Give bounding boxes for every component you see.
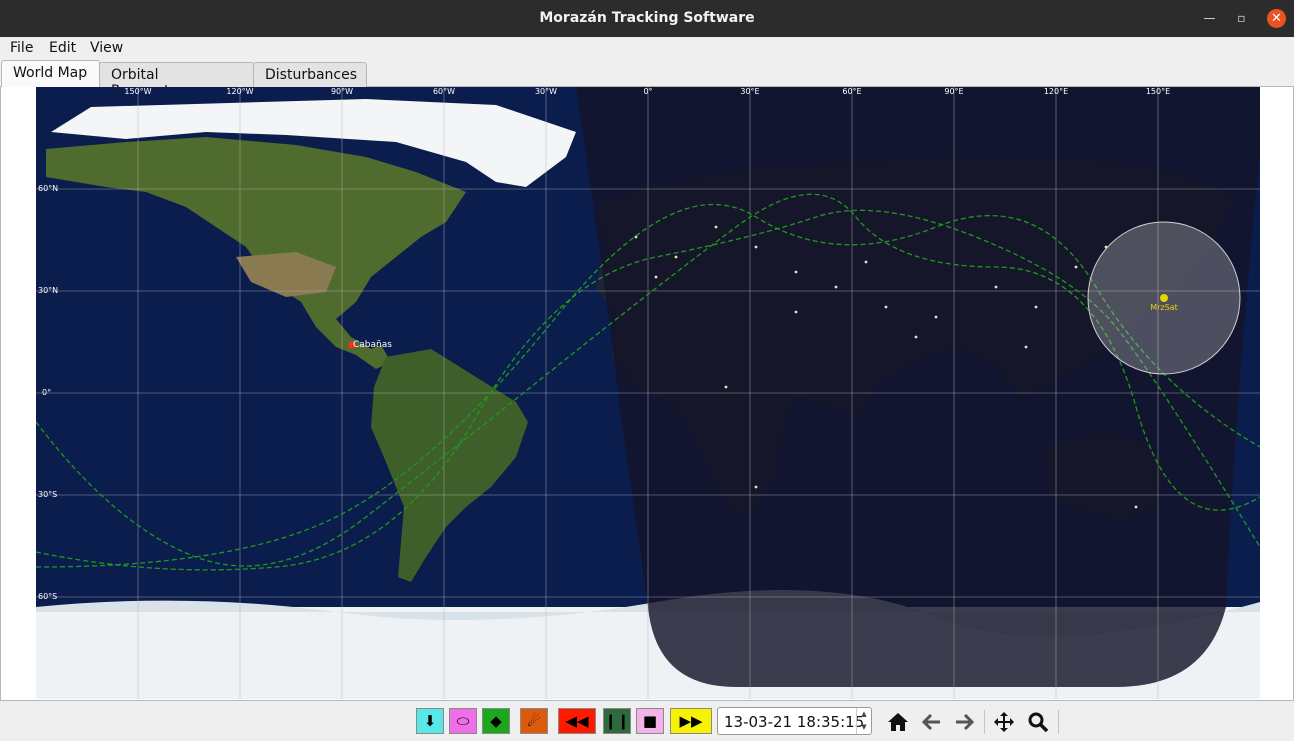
lon-label: 150°E bbox=[1146, 87, 1170, 96]
maximize-button[interactable]: ▫ bbox=[1232, 9, 1251, 28]
fast-forward-icon: ▶▶ bbox=[679, 712, 703, 730]
stop-icon: ■ bbox=[642, 712, 658, 730]
datetime-spinbox[interactable]: 13-03-21 18:35:15 ▲ ▼ bbox=[717, 707, 872, 735]
menu-bar: File Edit View bbox=[0, 37, 1294, 59]
lon-label: 30°W bbox=[535, 87, 557, 96]
satellite-button[interactable]: ◆ bbox=[482, 708, 510, 734]
lon-label: 90°W bbox=[331, 87, 353, 96]
spinbox-arrows[interactable]: ▲ ▼ bbox=[856, 708, 871, 734]
ground-station-label: Cabañas bbox=[353, 340, 392, 350]
lon-label: 120°W bbox=[226, 87, 253, 96]
bottom-toolbar: ⬇ ⬭ ◆ ☄ ◀◀ ❙❙ ■ ▶▶ 13-03-21 18:35:15 ▲ ▼ bbox=[0, 702, 1294, 741]
window-title: Morazán Tracking Software bbox=[539, 10, 755, 26]
pause-button[interactable]: ❙❙ bbox=[603, 708, 631, 734]
close-button[interactable]: ✕ bbox=[1267, 9, 1286, 28]
home-icon[interactable] bbox=[887, 711, 909, 733]
stop-button[interactable]: ■ bbox=[636, 708, 664, 734]
pan-move-icon[interactable] bbox=[993, 711, 1015, 733]
tab-orbital-parameters[interactable]: Orbital Parameters bbox=[99, 62, 254, 99]
menu-edit[interactable]: Edit bbox=[49, 40, 76, 56]
minimize-button[interactable]: — bbox=[1200, 9, 1219, 28]
menu-file[interactable]: File bbox=[10, 40, 33, 56]
pause-icon: ❙❙ bbox=[604, 712, 630, 730]
tab-disturbances[interactable]: Disturbances bbox=[253, 62, 367, 88]
lat-label: 30°S bbox=[38, 490, 57, 499]
lon-label: 120°E bbox=[1044, 87, 1068, 96]
world-map-panel: MrzSat Cabañas 150°W 120°W 90°W 60°W 30°… bbox=[0, 87, 1294, 701]
satellite-label: MrzSat bbox=[1150, 303, 1178, 312]
toolbar-separator bbox=[1058, 710, 1059, 734]
tab-world-map[interactable]: World Map bbox=[1, 60, 100, 88]
ellipse-icon: ⬭ bbox=[456, 712, 470, 730]
lat-label: 60°N bbox=[38, 184, 58, 193]
comet-button[interactable]: ☄ bbox=[520, 708, 548, 734]
title-bar: Morazán Tracking Software — ▫ ✕ bbox=[0, 0, 1294, 37]
menu-view[interactable]: View bbox=[90, 40, 123, 56]
toolbar-separator bbox=[984, 710, 985, 734]
lat-label: 60°S bbox=[38, 592, 57, 601]
ellipse-button[interactable]: ⬭ bbox=[449, 708, 477, 734]
download-button[interactable]: ⬇ bbox=[416, 708, 444, 734]
lat-label: 0° bbox=[42, 388, 51, 397]
lat-label: 30°N bbox=[38, 286, 58, 295]
rewind-icon: ◀◀ bbox=[565, 712, 589, 730]
lon-label: 60°E bbox=[842, 87, 861, 96]
spin-down-icon[interactable]: ▼ bbox=[857, 721, 871, 734]
forward-arrow-icon[interactable] bbox=[953, 711, 975, 733]
spin-up-icon[interactable]: ▲ bbox=[857, 708, 871, 721]
satellite-marker[interactable] bbox=[1160, 294, 1168, 302]
comet-icon: ☄ bbox=[527, 712, 541, 730]
world-map[interactable]: MrzSat Cabañas 150°W 120°W 90°W 60°W 30°… bbox=[36, 87, 1260, 699]
rewind-button[interactable]: ◀◀ bbox=[558, 708, 596, 734]
download-arrow-icon: ⬇ bbox=[423, 712, 437, 730]
tab-bar: World Map Orbital Parameters Disturbance… bbox=[0, 60, 1294, 99]
lon-label: 60°W bbox=[433, 87, 455, 96]
lon-label: 150°W bbox=[124, 87, 151, 96]
lon-label: 0° bbox=[643, 87, 652, 96]
lon-label: 30°E bbox=[740, 87, 759, 96]
zoom-magnifier-icon[interactable] bbox=[1027, 711, 1049, 733]
lon-label: 90°E bbox=[944, 87, 963, 96]
fast-forward-button[interactable]: ▶▶ bbox=[670, 708, 712, 734]
satellite-icon: ◆ bbox=[490, 712, 502, 730]
datetime-value[interactable]: 13-03-21 18:35:15 bbox=[724, 713, 864, 731]
back-arrow-icon[interactable] bbox=[921, 711, 943, 733]
